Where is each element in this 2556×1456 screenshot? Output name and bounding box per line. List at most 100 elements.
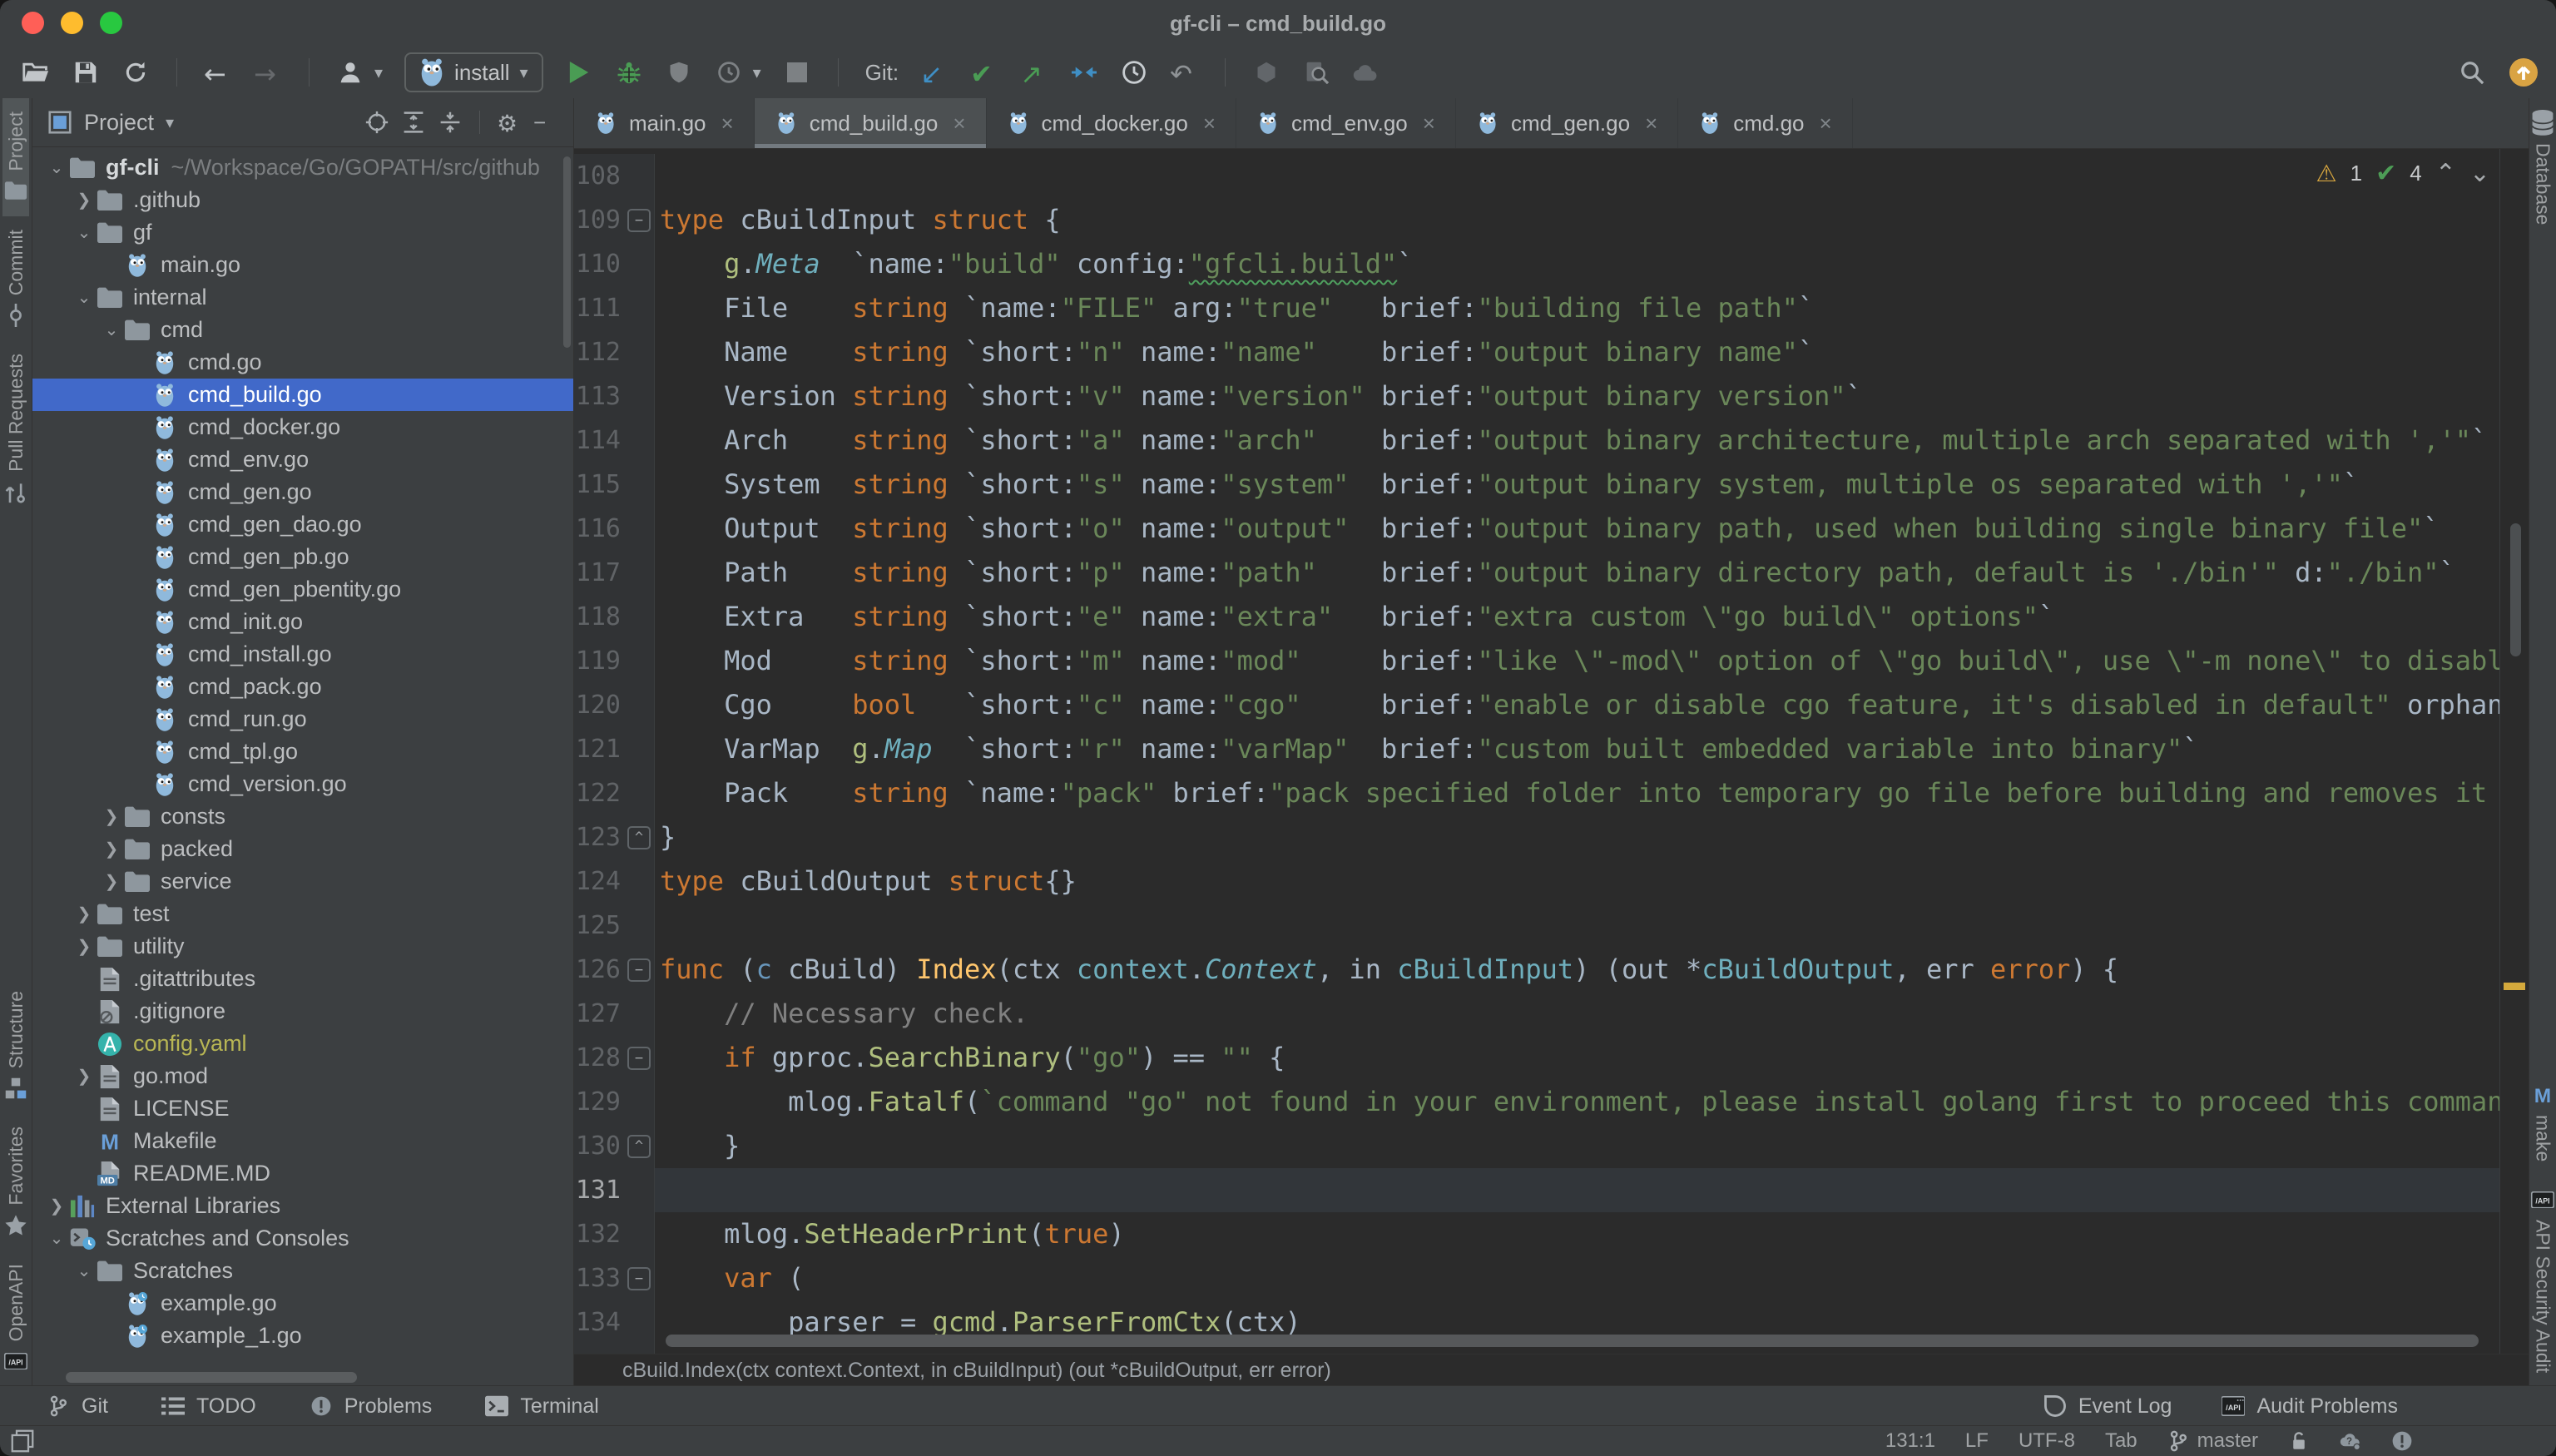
tree-item-.gitignore[interactable]: .gitignore — [32, 995, 573, 1028]
tree-item-cmd-gen-pb.go[interactable]: cmd_gen_pb.go — [32, 541, 573, 573]
tree-item-readme.md[interactable]: MDREADME.MD — [32, 1157, 573, 1190]
line-number[interactable]: 119 — [574, 639, 624, 683]
file-encoding[interactable]: UTF-8 — [2019, 1429, 2075, 1453]
close-window-button[interactable] — [22, 12, 44, 34]
tree-item-cmd-run.go[interactable]: cmd_run.go — [32, 703, 573, 735]
code-line-120[interactable]: 120 Cgo bool `short:"c" name:"cgo" brief… — [574, 683, 2500, 727]
code-line-108[interactable]: 108 — [574, 154, 2500, 198]
fold-marker-icon[interactable]: − — [624, 1036, 655, 1080]
chevron-right-icon[interactable]: ❯ — [72, 936, 97, 957]
chevron-right-icon[interactable]: ❯ — [44, 1196, 69, 1216]
code-line-111[interactable]: 111 File string `name:"FILE" arg:"true" … — [574, 286, 2500, 330]
line-number[interactable]: 111 — [574, 286, 624, 330]
code-line-110[interactable]: 110 g.Meta `name:"build" config:"gfcli.b… — [574, 242, 2500, 286]
line-number[interactable]: 122 — [574, 771, 624, 815]
close-icon[interactable]: × — [1820, 111, 1832, 136]
line-number[interactable]: 128 — [574, 1036, 624, 1080]
tree-item-scratches[interactable]: ⌄Scratches — [32, 1255, 573, 1287]
tree-item-packed[interactable]: ❯packed — [32, 833, 573, 865]
code-line-119[interactable]: 119 Mod string `short:"m" name:"mod" bri… — [574, 639, 2500, 683]
stripe-button-pull-requests[interactable]: Pull Requests — [2, 340, 29, 517]
tree-item-utility[interactable]: ❯utility — [32, 930, 573, 963]
line-number[interactable]: 121 — [574, 727, 624, 771]
code-line-126[interactable]: 126−func (c cBuild) Index(ctx context.Co… — [574, 948, 2500, 992]
tree-horizontal-scrollbar[interactable] — [66, 1372, 357, 1383]
tree-vertical-scrollbar[interactable] — [563, 156, 571, 348]
close-icon[interactable]: × — [1645, 111, 1657, 136]
line-number[interactable]: 110 — [574, 242, 624, 286]
chevron-right-icon[interactable]: ❯ — [99, 871, 124, 892]
tree-item-cmd-install.go[interactable]: cmd_install.go — [32, 638, 573, 671]
tree-item-cmd-init.go[interactable]: cmd_init.go — [32, 606, 573, 638]
collapse-all-icon[interactable] — [438, 110, 463, 135]
tree-item-cmd-pack.go[interactable]: cmd_pack.go — [32, 671, 573, 703]
project-view-icon[interactable] — [47, 110, 72, 135]
expand-all-icon[interactable] — [401, 110, 426, 135]
stripe-button-structure[interactable]: Structure — [2, 978, 29, 1113]
caret-position[interactable]: 131:1 — [1885, 1429, 1935, 1453]
line-number[interactable]: 126 — [574, 948, 624, 992]
error-stripe-warning-mark[interactable] — [2504, 983, 2525, 990]
tab-cmd.go[interactable]: cmd.go× — [1678, 98, 1852, 148]
stripe-button-database[interactable]: Database — [2529, 98, 2556, 238]
line-number[interactable]: 134 — [574, 1300, 624, 1345]
code-line-131[interactable]: 131 — [574, 1168, 2500, 1212]
tool-window-problems[interactable]: Problems — [310, 1394, 433, 1419]
code-line-133[interactable]: 133− var ( — [574, 1256, 2500, 1300]
minimize-window-button[interactable] — [61, 12, 83, 34]
tool-window-todo[interactable]: TODO — [161, 1394, 256, 1419]
tree-item-license[interactable]: LICENSE — [32, 1092, 573, 1125]
code-line-115[interactable]: 115 System string `short:"s" name:"syste… — [574, 463, 2500, 507]
chevron-down-icon[interactable]: ⌄ — [2469, 159, 2490, 188]
code-line-117[interactable]: 117 Path string `short:"p" name:"path" b… — [574, 551, 2500, 595]
line-number[interactable]: 132 — [574, 1212, 624, 1256]
chevron-down-icon[interactable]: ⌄ — [72, 287, 97, 308]
git-commit-icon[interactable]: ✔ — [970, 58, 998, 87]
code-line-132[interactable]: 132 mlog.SetHeaderPrint(true) — [574, 1212, 2500, 1256]
unlock-icon[interactable] — [2288, 1430, 2310, 1452]
line-separator[interactable]: LF — [1965, 1429, 1989, 1453]
chevron-down-icon[interactable]: ▾ — [374, 62, 383, 83]
update-available-icon[interactable] — [2509, 58, 2538, 87]
chevron-down-icon[interactable]: ⌄ — [72, 222, 97, 243]
maximize-window-button[interactable] — [100, 12, 122, 34]
tree-item-external-libraries[interactable]: ❯External Libraries — [32, 1190, 573, 1222]
tree-item-gf[interactable]: ⌄gf — [32, 216, 573, 249]
stripe-button-openapi[interactable]: OpenAPI/API — [2, 1250, 29, 1386]
code-line-114[interactable]: 114 Arch string `short:"a" name:"arch" b… — [574, 418, 2500, 463]
tree-item-example-1.go[interactable]: example_1.go — [32, 1320, 573, 1352]
git-merge-icon[interactable] — [1070, 58, 1098, 87]
line-number[interactable]: 135 — [574, 1345, 624, 1354]
tree-item-cmd-tpl.go[interactable]: cmd_tpl.go — [32, 735, 573, 768]
fold-marker-icon[interactable]: − — [624, 948, 655, 992]
chevron-right-icon[interactable]: ❯ — [99, 806, 124, 827]
open-folder-icon[interactable] — [22, 58, 50, 87]
tree-item-cmd-gen-dao.go[interactable]: cmd_gen_dao.go — [32, 508, 573, 541]
code-line-122[interactable]: 122 Pack string `name:"pack" brief:"pack… — [574, 771, 2500, 815]
code-line-121[interactable]: 121 VarMap g.Map `short:"r" name:"varMap… — [574, 727, 2500, 771]
tree-item-cmd-env.go[interactable]: cmd_env.go — [32, 443, 573, 476]
tree-item-cmd-build.go[interactable]: cmd_build.go — [32, 379, 573, 411]
code-line-123[interactable]: 123^} — [574, 815, 2500, 859]
tool-window-git[interactable]: Git — [47, 1394, 108, 1419]
tool-window-event-log[interactable]: Event Log — [2043, 1394, 2172, 1419]
tab-main.go[interactable]: main.go× — [574, 98, 755, 148]
fold-marker-icon[interactable]: − — [624, 1256, 655, 1300]
editor-horizontal-scrollbar[interactable] — [666, 1335, 2479, 1347]
code-area[interactable]: 108109−type cBuildInput struct {110 g.Me… — [574, 149, 2529, 1354]
chevron-down-icon[interactable]: ⌄ — [72, 1260, 97, 1281]
line-number[interactable]: 115 — [574, 463, 624, 507]
tool-window-terminal[interactable]: Terminal — [485, 1394, 598, 1419]
tree-item-scratches-and-consoles[interactable]: ⌄Scratches and Consoles — [32, 1222, 573, 1255]
git-push-icon[interactable]: ↗ — [1020, 58, 1048, 87]
cloud-settings-icon[interactable]: ? — [2340, 1430, 2361, 1452]
line-number[interactable]: 118 — [574, 595, 624, 639]
tree-item-cmd-docker.go[interactable]: cmd_docker.go — [32, 411, 573, 443]
tab-cmd-env.go[interactable]: cmd_env.go× — [1236, 98, 1456, 148]
stripe-button-commit[interactable]: Commit — [2, 216, 29, 340]
run-configuration-select[interactable]: install ▾ — [404, 52, 543, 92]
code-line-124[interactable]: 124type cBuildOutput struct{} — [574, 859, 2500, 904]
stripe-button-project[interactable]: Project — [2, 98, 29, 216]
chevron-right-icon[interactable]: ❯ — [72, 904, 97, 924]
tree-item-cmd[interactable]: ⌄cmd — [32, 314, 573, 346]
